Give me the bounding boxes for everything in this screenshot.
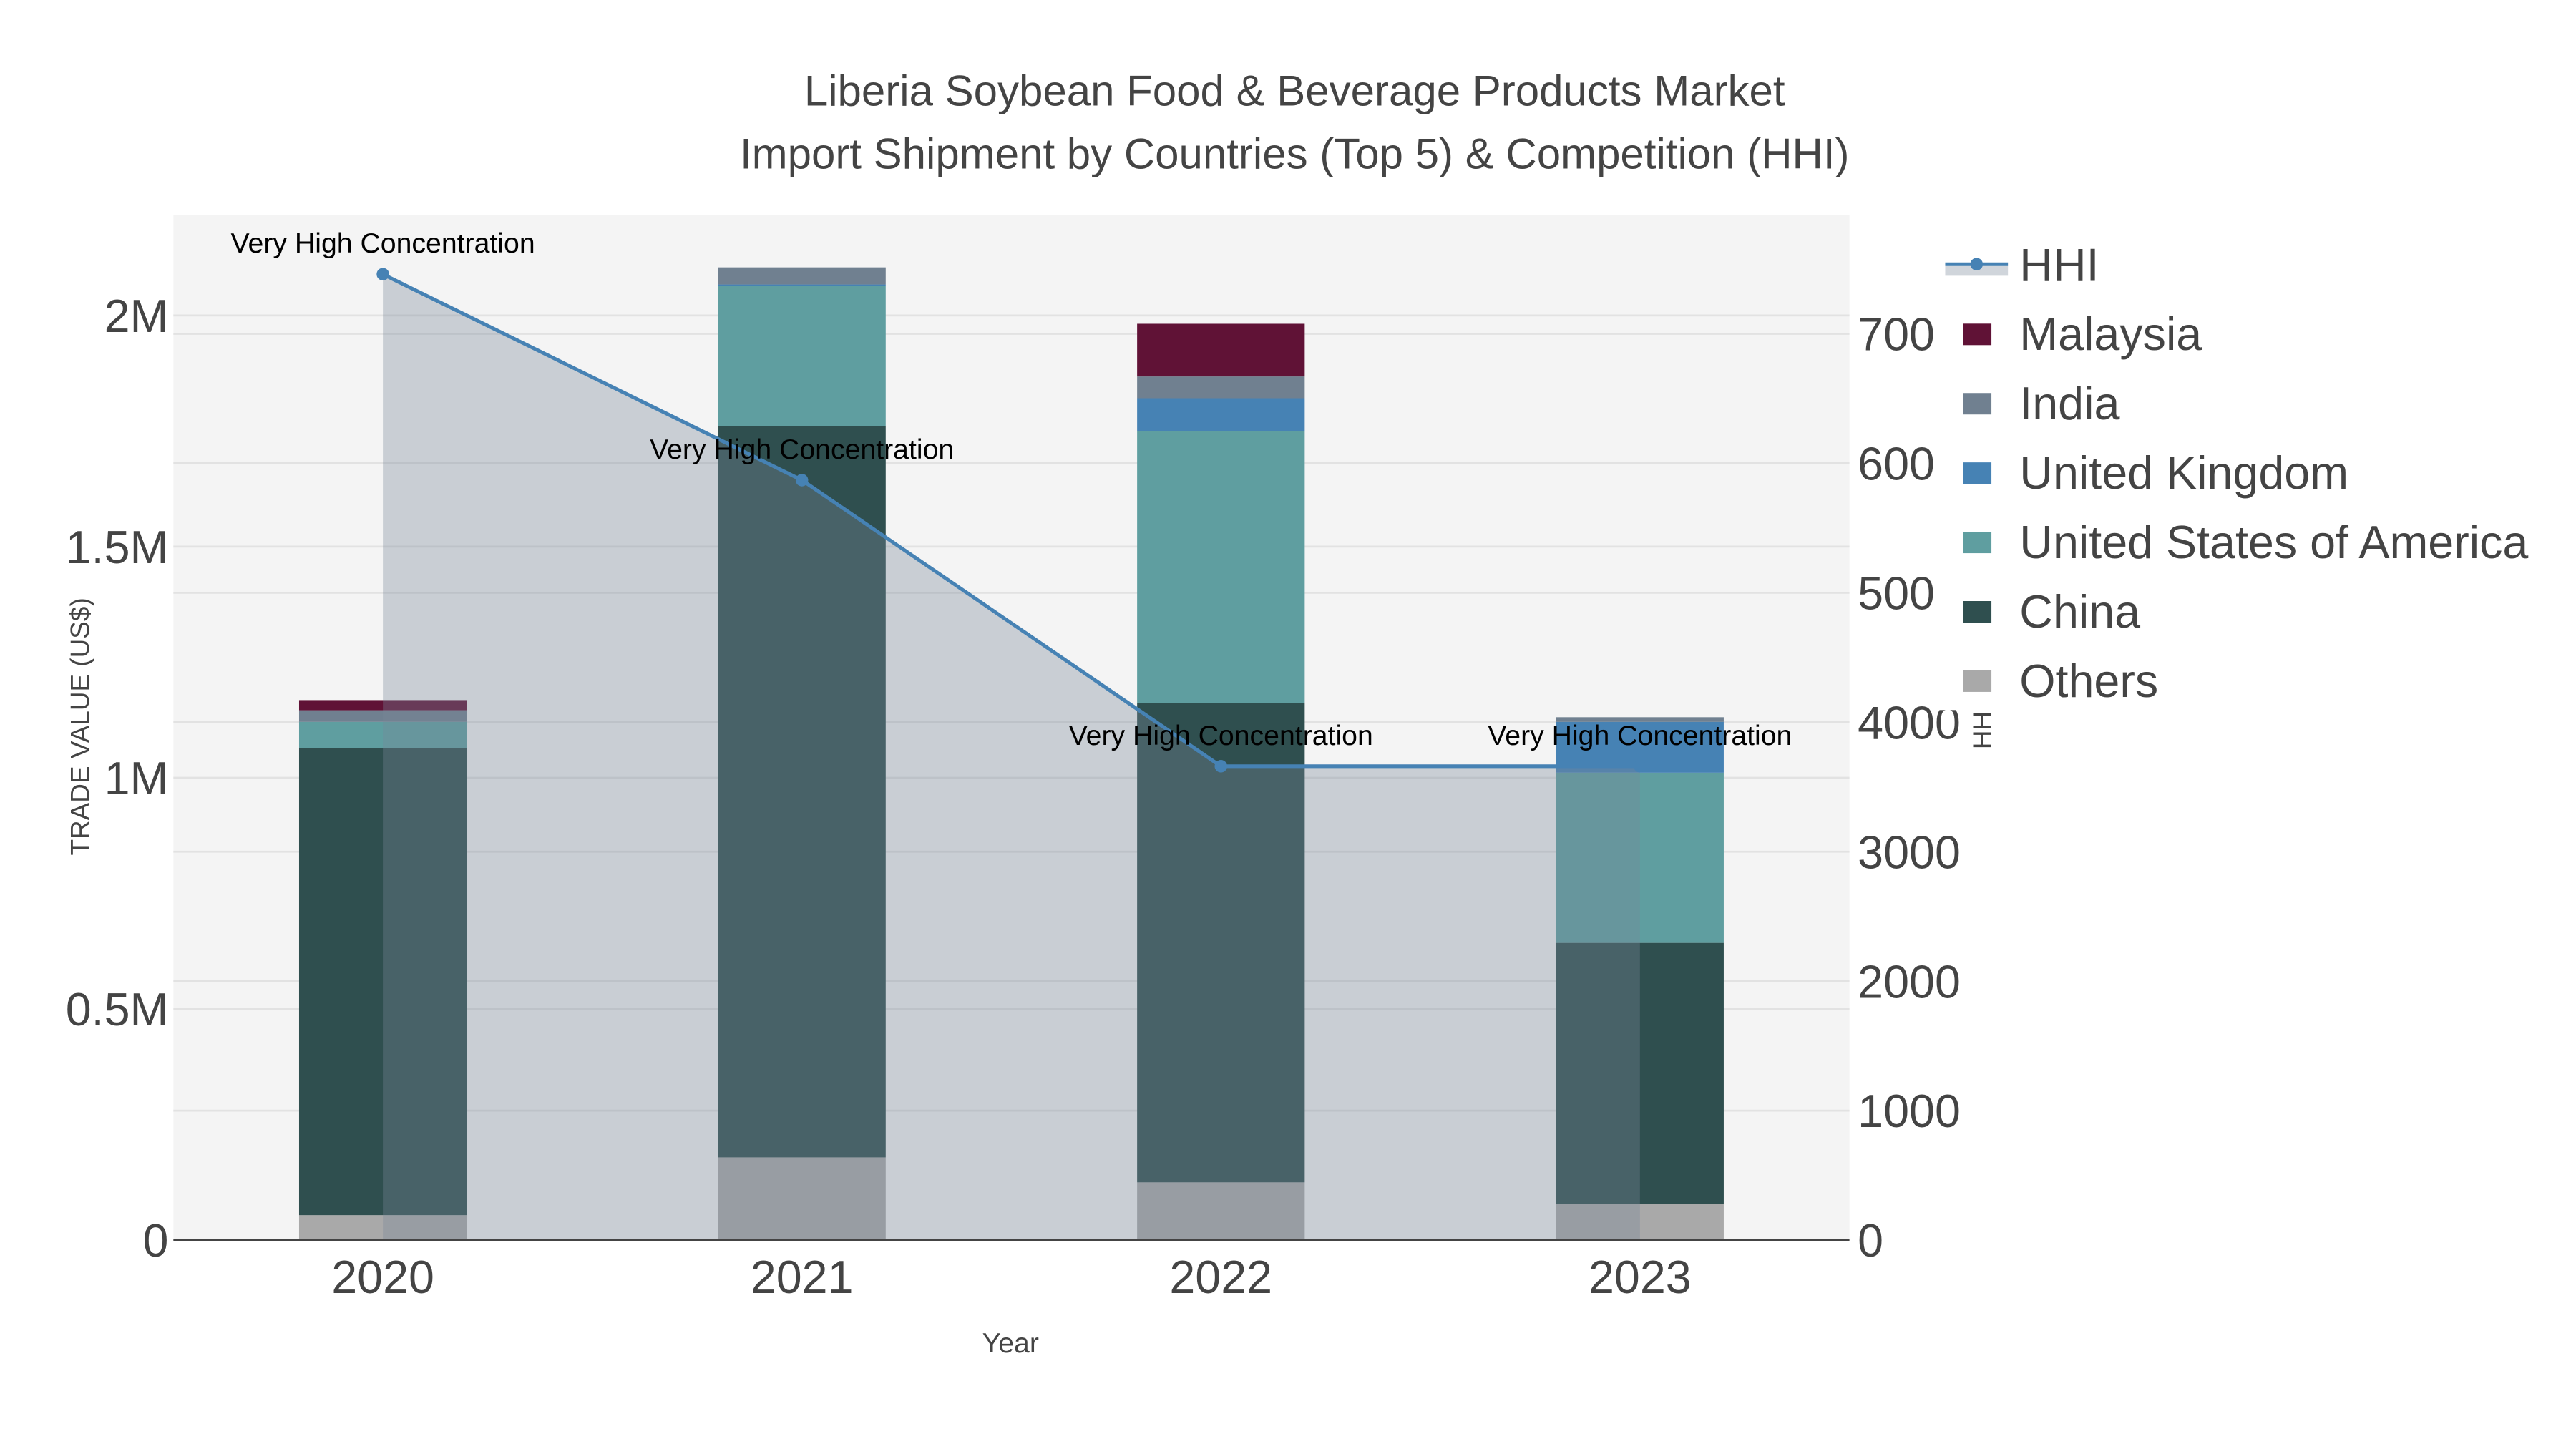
y2-axis-title: HHI (1968, 704, 1997, 750)
y2-tick-label: 1000 (1858, 1085, 1961, 1137)
y2-tick-label: 3000 (1858, 826, 1961, 878)
hhi-point-2020 (376, 268, 389, 281)
y-axis-title: TRADE VALUE (US$) (66, 597, 95, 855)
x-tick-label: 2020 (331, 1252, 434, 1303)
legend-label: United States of America (2019, 517, 2528, 568)
hhi-annotation: Very High Concentration (650, 434, 954, 465)
legend-label: India (2019, 378, 2119, 429)
y-tick-label: 0.5M (66, 984, 169, 1035)
hhi-point-2022 (1214, 760, 1228, 773)
legend-label: HHI (2019, 239, 2099, 291)
bar-malaysia-2022 (1137, 323, 1305, 377)
chart-title: Liberia Soybean Food & Beverage Products… (804, 67, 1785, 115)
legend: HHI Malaysia India United Kingdom United Sta… (1935, 223, 2576, 711)
x-tick-label: 2023 (1589, 1252, 1692, 1303)
chart-subtitle: Import Shipment by Countries (Top 5) & C… (740, 130, 1850, 177)
legend-swatch (1963, 601, 1992, 623)
bar-india-2021 (718, 267, 886, 285)
y-tick-label: 1M (104, 753, 169, 804)
legend-swatch (1963, 323, 1992, 346)
bar-united-kingdom-2022 (1137, 398, 1305, 431)
bar-united-states-of-america-2021 (718, 286, 886, 426)
legend-swatch-hhi-marker (1970, 258, 1984, 270)
hhi-annotation: Very High Concentration (1069, 720, 1373, 751)
y2-tick-label: 2000 (1858, 956, 1961, 1008)
y-tick-label: 2M (104, 291, 169, 342)
legend-label: Others (2019, 655, 2158, 707)
legend-label: Malaysia (2019, 308, 2202, 360)
x-axis-title: Year (982, 1327, 1039, 1359)
y-tick-label: 1.5M (66, 522, 169, 573)
hhi-annotation: Very High Concentration (231, 228, 535, 259)
legend-swatch (1963, 393, 1992, 415)
hhi-point-2023 (1634, 760, 1646, 773)
legend-swatch (1963, 670, 1992, 692)
bar-united-states-of-america-2022 (1137, 431, 1305, 703)
y-tick-label: 0 (142, 1215, 168, 1267)
legend-swatch (1963, 532, 1992, 554)
y2-tick-label: 0 (1858, 1215, 1883, 1267)
legend-label: United Kingdom (2019, 447, 2348, 499)
hhi-point-2021 (795, 474, 809, 487)
bar-india-2022 (1137, 376, 1305, 399)
x-tick-label: 2022 (1169, 1252, 1272, 1303)
bar-united-kingdom-2021 (718, 284, 886, 286)
legend-swatch (1963, 462, 1992, 484)
x-tick-label: 2021 (751, 1252, 854, 1303)
hhi-annotation: Very High Concentration (1488, 720, 1792, 751)
legend-label: China (2019, 586, 2140, 638)
hhi-stacked-bar-chart: Very High Concentration Very High Concent… (0, 0, 2576, 1449)
